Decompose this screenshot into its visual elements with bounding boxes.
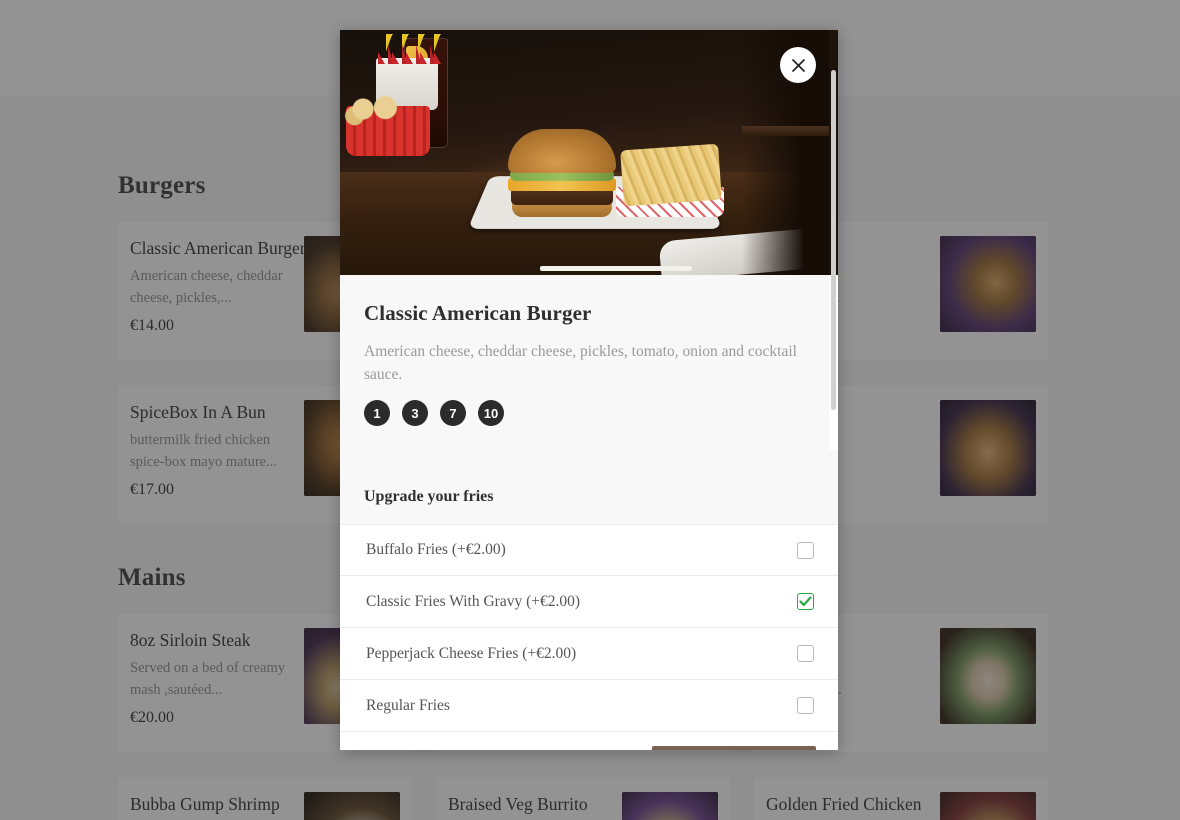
- option-checkbox[interactable]: [797, 697, 814, 714]
- list-item[interactable]: Regular Fries: [340, 680, 838, 732]
- status-badge: 3: [402, 400, 428, 426]
- option-label: Pepperjack Cheese Fries (+€2.00): [366, 644, 577, 662]
- modal-body: Classic American Burger American cheese,…: [340, 275, 838, 750]
- option-checkbox[interactable]: [797, 593, 814, 610]
- close-x-glyph: [791, 58, 805, 72]
- item-detail-header: Classic American Burger American cheese,…: [340, 275, 838, 450]
- page-root: Burgers Classic American Burger American…: [0, 0, 1180, 820]
- option-label: Classic Fries With Gravy (+€2.00): [366, 592, 581, 610]
- allergen-badges: 1 3 7 10: [364, 400, 814, 426]
- modal-footer: ADD TO BASKET: [340, 732, 838, 750]
- list-item[interactable]: Buffalo Fries (+€2.00): [340, 524, 838, 576]
- status-badge: 1: [364, 400, 390, 426]
- modal-scrollbar[interactable]: [829, 30, 838, 450]
- status-badge: 10: [478, 400, 504, 426]
- item-description: American cheese, cheddar cheese, pickles…: [364, 343, 797, 383]
- scrollbar-thumb[interactable]: [831, 70, 836, 410]
- list-item[interactable]: Classic Fries With Gravy (+€2.00): [340, 576, 838, 628]
- option-checkbox[interactable]: [797, 645, 814, 662]
- option-group-header: Upgrade your fries: [340, 450, 838, 524]
- add-to-basket-button[interactable]: ADD TO BASKET: [651, 746, 816, 750]
- option-label: Regular Fries: [366, 696, 450, 714]
- option-list: Buffalo Fries (+€2.00) Classic Fries Wit…: [340, 524, 838, 732]
- hero-image: [340, 30, 838, 275]
- status-badge: 7: [440, 400, 466, 426]
- list-item[interactable]: Pepperjack Cheese Fries (+€2.00): [340, 628, 838, 680]
- option-group-title: Upgrade your fries: [340, 488, 838, 506]
- page-title: Classic American Burger: [364, 301, 592, 325]
- option-checkbox[interactable]: [797, 541, 814, 559]
- check-icon: [799, 596, 812, 607]
- close-icon[interactable]: [780, 47, 816, 83]
- option-label: Buffalo Fries (+€2.00): [366, 541, 506, 558]
- item-detail-modal: Classic American Burger American cheese,…: [340, 30, 838, 750]
